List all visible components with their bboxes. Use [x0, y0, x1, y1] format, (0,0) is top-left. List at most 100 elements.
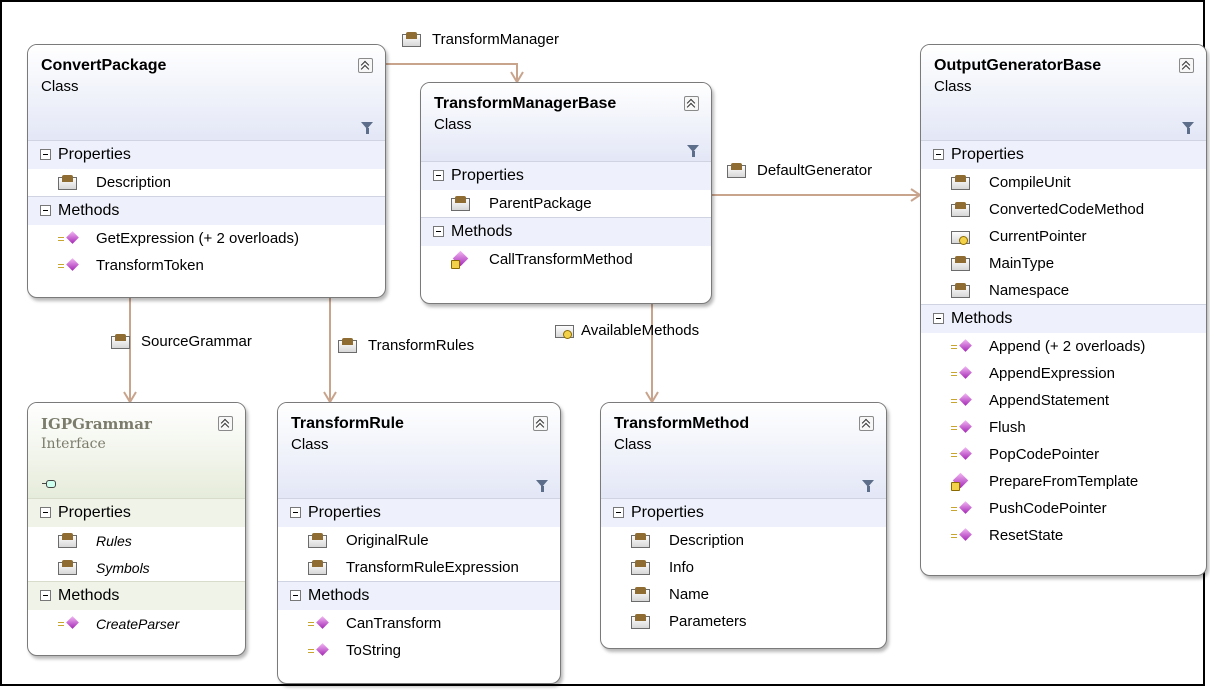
- member-row[interactable]: Name: [601, 581, 886, 608]
- compartment-properties[interactable]: Properties: [601, 498, 886, 527]
- member-name: CallTransformMethod: [489, 251, 633, 268]
- compartment-methods[interactable]: Methods: [28, 581, 245, 610]
- compartment-properties[interactable]: Properties: [28, 140, 385, 169]
- association-transform-manager[interactable]: [384, 63, 518, 82]
- compartment-properties[interactable]: Properties: [28, 498, 245, 527]
- collapse-compartment-icon[interactable]: [40, 507, 51, 518]
- collapse-compartment-icon[interactable]: [40, 149, 51, 160]
- method-icon: [951, 421, 971, 435]
- class-shape-transform-rule[interactable]: TransformRule Class Properties OriginalR…: [277, 402, 561, 684]
- collapse-compartment-icon[interactable]: [433, 170, 444, 181]
- class-name: TransformMethod: [614, 415, 750, 432]
- collapse-compartment-icon[interactable]: [40, 205, 51, 216]
- member-row[interactable]: Append (+ 2 overloads): [921, 333, 1206, 360]
- member-row[interactable]: ResetState: [921, 522, 1206, 549]
- member-row[interactable]: Symbols: [28, 554, 245, 581]
- compartment-label: Methods: [58, 202, 120, 219]
- collapse-compartment-icon[interactable]: [290, 507, 301, 518]
- member-row[interactable]: MainType: [921, 250, 1206, 277]
- property-icon: [631, 587, 651, 602]
- interface-shape-igp-grammar[interactable]: IGPGrammar Interface Properties Rules Sy…: [27, 402, 246, 656]
- filter-icon[interactable]: [687, 145, 699, 157]
- interface-lollipop-icon: [42, 480, 56, 488]
- member-row[interactable]: AppendStatement: [921, 387, 1206, 414]
- member-row[interactable]: CurrentPointer: [921, 223, 1206, 250]
- compartment-label: Properties: [631, 504, 704, 521]
- member-row[interactable]: PushCodePointer: [921, 495, 1206, 522]
- member-row[interactable]: TransformRuleExpression: [278, 554, 560, 581]
- member-row[interactable]: CallTransformMethod: [421, 246, 711, 273]
- member-row[interactable]: AppendExpression: [921, 360, 1206, 387]
- compartment-methods[interactable]: Methods: [921, 304, 1206, 333]
- collapse-shape-icon[interactable]: [533, 416, 548, 431]
- property-icon: [58, 533, 78, 548]
- member-name: CurrentPointer: [989, 228, 1087, 245]
- property-icon: [631, 560, 651, 575]
- compartment-methods[interactable]: Methods: [421, 217, 711, 246]
- member-row[interactable]: CompileUnit: [921, 169, 1206, 196]
- compartment-properties[interactable]: Properties: [421, 161, 711, 190]
- member-name: TransformRuleExpression: [346, 559, 519, 576]
- compartment-methods[interactable]: Methods: [28, 196, 385, 225]
- method-icon: [951, 529, 971, 543]
- member-name: Symbols: [96, 560, 150, 576]
- property-icon: [631, 614, 651, 629]
- class-shape-transform-method[interactable]: TransformMethod Class Properties Descrip…: [600, 402, 887, 649]
- member-row[interactable]: OriginalRule: [278, 527, 560, 554]
- filter-icon[interactable]: [361, 122, 373, 134]
- filter-icon[interactable]: [1182, 122, 1194, 134]
- collapse-shape-icon[interactable]: [218, 416, 233, 431]
- member-row[interactable]: Info: [601, 554, 886, 581]
- method-icon: [951, 502, 971, 516]
- interface-name: IGPGrammar: [41, 415, 152, 433]
- compartment-label: Properties: [951, 146, 1024, 163]
- member-row[interactable]: Rules: [28, 527, 245, 554]
- collapse-compartment-icon[interactable]: [290, 590, 301, 601]
- method-icon: [308, 617, 328, 631]
- member-row[interactable]: Description: [28, 169, 385, 196]
- method-icon: [308, 644, 328, 658]
- member-row[interactable]: PopCodePointer: [921, 441, 1206, 468]
- member-row[interactable]: Description: [601, 527, 886, 554]
- collapse-compartment-icon[interactable]: [433, 226, 444, 237]
- compartment-methods[interactable]: Methods: [278, 581, 560, 610]
- class-shape-convert-package[interactable]: ConvertPackage Class Properties Descript…: [27, 44, 386, 298]
- member-name: CanTransform: [346, 615, 442, 632]
- property-icon: [951, 283, 971, 298]
- association-name: TransformManager: [432, 31, 559, 48]
- member-row[interactable]: ConvertedCodeMethod: [921, 196, 1206, 223]
- filter-icon[interactable]: [536, 480, 548, 492]
- collapse-shape-icon[interactable]: [1179, 58, 1194, 73]
- collapse-compartment-icon[interactable]: [933, 313, 944, 324]
- class-kind: Class: [41, 78, 79, 95]
- collapse-compartment-icon[interactable]: [933, 149, 944, 160]
- class-shape-output-generator-base[interactable]: OutputGeneratorBase Class Properties Com…: [920, 44, 1207, 576]
- collapse-shape-icon[interactable]: [684, 96, 699, 111]
- member-row[interactable]: CanTransform: [278, 610, 560, 637]
- filter-icon[interactable]: [862, 480, 874, 492]
- collapse-compartment-icon[interactable]: [613, 507, 624, 518]
- method-icon: [951, 448, 971, 462]
- member-row[interactable]: Flush: [921, 414, 1206, 441]
- member-row[interactable]: TransformToken: [28, 252, 385, 279]
- association-name: TransformRules: [368, 337, 475, 354]
- member-row[interactable]: CreateParser: [28, 610, 245, 637]
- interface-kind: Interface: [41, 436, 106, 452]
- member-row[interactable]: Parameters: [601, 608, 886, 635]
- collapse-compartment-icon[interactable]: [40, 590, 51, 601]
- member-name: Name: [669, 586, 710, 603]
- member-row[interactable]: GetExpression (+ 2 overloads): [28, 225, 385, 252]
- member-row[interactable]: Namespace: [921, 277, 1206, 304]
- property-icon: [111, 334, 131, 349]
- member-row[interactable]: ParentPackage: [421, 190, 711, 217]
- compartment-label: Properties: [58, 146, 131, 163]
- member-row[interactable]: PrepareFromTemplate: [921, 468, 1206, 495]
- compartment-properties[interactable]: Properties: [921, 140, 1206, 169]
- property-icon: [402, 32, 422, 47]
- class-shape-transform-manager-base[interactable]: TransformManagerBase Class Properties Pa…: [420, 82, 712, 304]
- member-row[interactable]: ToString: [278, 637, 560, 664]
- compartment-properties[interactable]: Properties: [278, 498, 560, 527]
- collapse-shape-icon[interactable]: [859, 416, 874, 431]
- collapse-shape-icon[interactable]: [358, 58, 373, 73]
- class-name: OutputGeneratorBase: [934, 57, 1102, 74]
